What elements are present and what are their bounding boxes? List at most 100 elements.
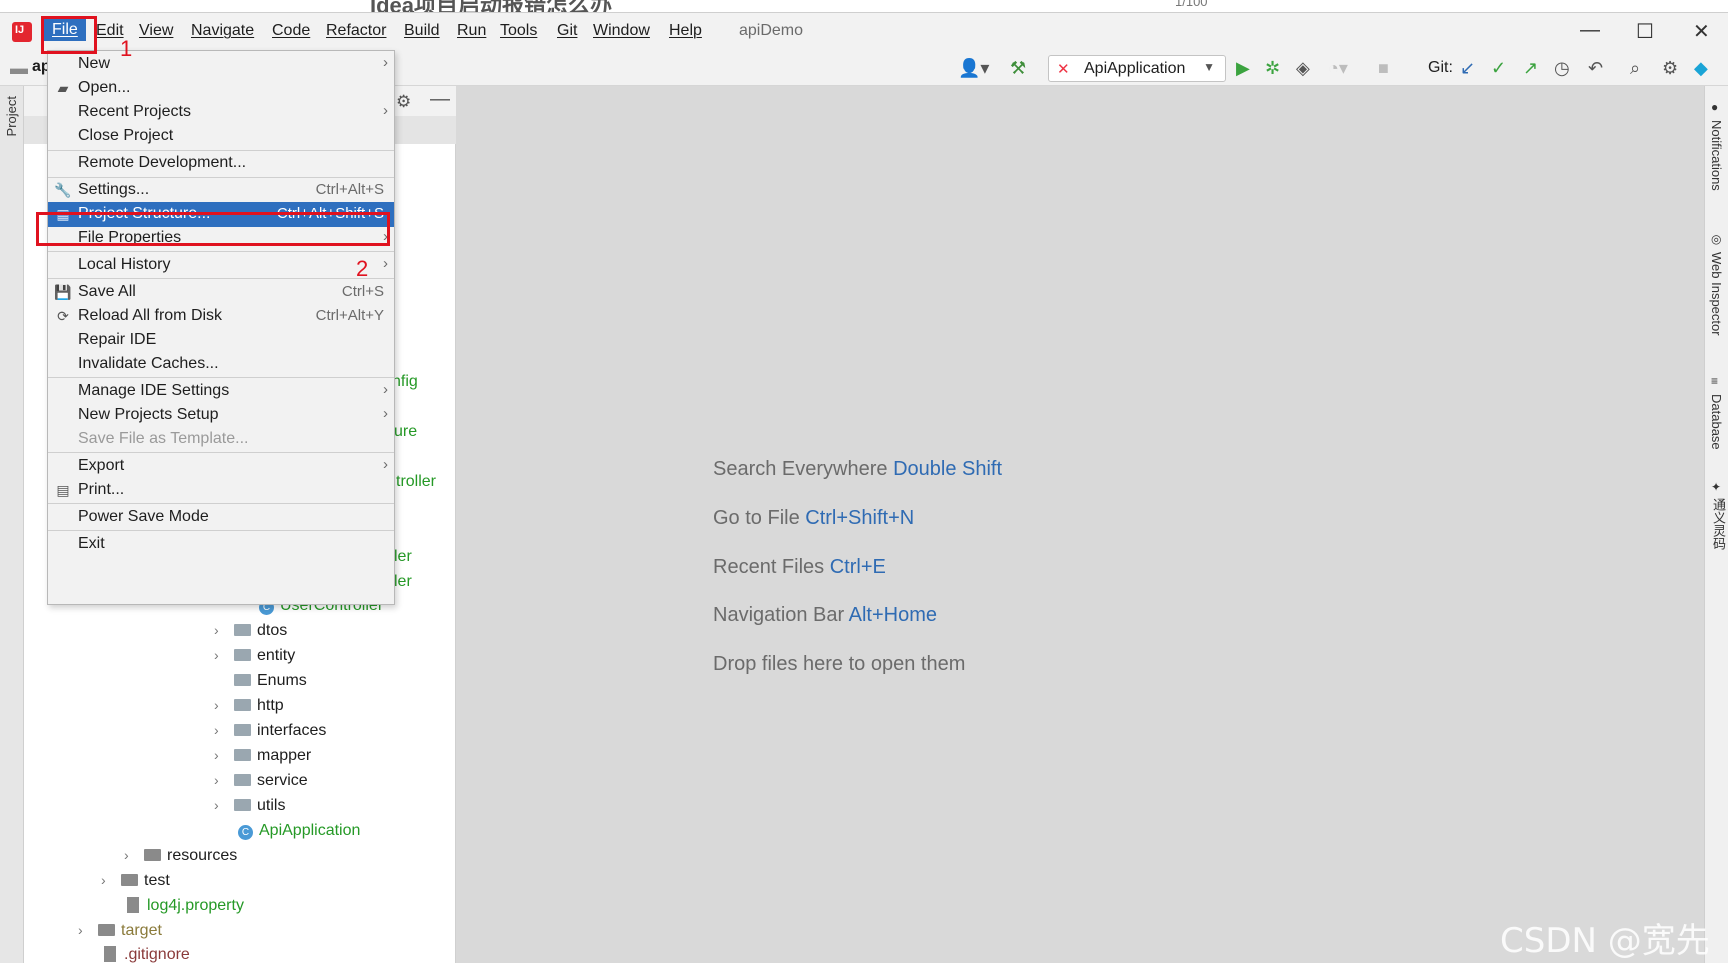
menu-item-label: Recent Projects	[78, 103, 191, 120]
coverage-icon[interactable]: ◈	[1296, 58, 1310, 79]
minimize-button[interactable]: —	[1580, 19, 1600, 42]
chevron-right-icon[interactable]: ›	[214, 647, 234, 663]
menu-tools[interactable]: Tools	[500, 22, 537, 40]
settings-gear-icon[interactable]: ⚙	[1662, 58, 1678, 79]
tree-peek-4[interactable]: ler	[394, 548, 412, 566]
menu-item-power-save-mode[interactable]: Power Save Mode	[48, 505, 394, 530]
menu-refactor[interactable]: Refactor	[326, 22, 386, 40]
menu-window[interactable]: Window	[593, 22, 650, 40]
menu-item-label: Manage IDE Settings	[78, 382, 230, 399]
chevron-right-icon[interactable]: ›	[214, 747, 234, 763]
debug-icon[interactable]: ✲	[1265, 58, 1280, 79]
menu-item-save-all[interactable]: 💾 Save All Ctrl+S	[48, 280, 394, 305]
cut-heading: Idea项目启动报错怎么办	[370, 0, 613, 13]
menu-item-remote-development[interactable]: Remote Development...	[48, 151, 394, 176]
tree-peek-3[interactable]: troller	[396, 473, 436, 491]
menu-run[interactable]: Run	[457, 22, 486, 40]
menu-item-label: Local History	[78, 256, 171, 273]
rollback-icon[interactable]: ↶	[1588, 58, 1603, 79]
tree-item-utils[interactable]: › utils	[214, 797, 285, 815]
chevron-right-icon[interactable]: ›	[214, 722, 234, 738]
run-config-select[interactable]: ✕ ApiApplication ▼	[1048, 55, 1226, 82]
menu-item-label: Close Project	[78, 127, 174, 144]
menu-help[interactable]: Help	[669, 22, 702, 40]
menu-git[interactable]: Git	[557, 22, 577, 40]
hint-drop-files: Drop files here to open them	[713, 653, 965, 676]
database-icon: ≡	[1711, 374, 1719, 388]
database-tab[interactable]: Database	[1709, 394, 1724, 450]
tree-item-mapper[interactable]: › mapper	[214, 747, 311, 765]
git-commit-icon[interactable]: ✓	[1491, 58, 1506, 79]
run-icon[interactable]: ▶	[1236, 58, 1250, 79]
profile-icon[interactable]: ◔▾	[1328, 58, 1348, 79]
plugin-logo-icon[interactable]: ◆	[1694, 58, 1708, 79]
tree-item-log4j[interactable]: log4j.property	[127, 897, 244, 915]
menu-item-manage-ide-settings[interactable]: Manage IDE Settings ›	[48, 379, 394, 404]
chevron-right-icon[interactable]: ›	[78, 922, 98, 938]
tree-item-test[interactable]: › test	[101, 872, 170, 890]
tree-item-enums[interactable]: Enums	[234, 672, 307, 690]
menu-item-exit[interactable]: Exit	[48, 532, 394, 557]
chevron-right-icon[interactable]: ›	[214, 622, 234, 638]
menu-build[interactable]: Build	[404, 22, 440, 40]
menu-item-new-projects-setup[interactable]: New Projects Setup ›	[48, 403, 394, 428]
hide-panel-icon[interactable]: —	[430, 88, 450, 111]
tree-item-label: log4j.property	[147, 897, 244, 914]
tree-item-interfaces[interactable]: › interfaces	[214, 722, 326, 740]
menu-item-print[interactable]: ▤ Print...	[48, 478, 394, 503]
menu-item-close-project[interactable]: Close Project	[48, 124, 394, 149]
menu-item-settings[interactable]: 🔧 Settings... Ctrl+Alt+S	[48, 178, 394, 203]
web-inspector-tab[interactable]: Web Inspector	[1709, 252, 1724, 336]
menu-item-reload-all[interactable]: ⟳ Reload All from Disk Ctrl+Alt+Y	[48, 304, 394, 329]
git-push-icon[interactable]: ↗	[1523, 58, 1538, 79]
tree-item-resources[interactable]: › resources	[124, 847, 237, 865]
project-tool-tab[interactable]: Project	[4, 96, 19, 136]
menu-item-shortcut: Ctrl+Alt+Y	[315, 307, 384, 324]
build-hammer-icon[interactable]: ⚒	[1010, 58, 1026, 79]
chevron-right-icon[interactable]: ›	[214, 772, 234, 788]
search-icon[interactable]: ⌕	[1630, 58, 1640, 79]
tree-item-dtos[interactable]: › dtos	[214, 622, 287, 640]
menu-item-invalidate-caches[interactable]: Invalidate Caches...	[48, 352, 394, 377]
tree-peek-1[interactable]: nfig	[392, 373, 418, 391]
hint-text: Go to File	[713, 507, 800, 529]
bell-icon: ●	[1711, 100, 1719, 114]
menu-navigate[interactable]: Navigate	[191, 22, 254, 40]
tree-item-service[interactable]: › service	[214, 772, 308, 790]
git-update-icon[interactable]: ↙	[1460, 58, 1475, 79]
close-button[interactable]: ✕	[1693, 19, 1710, 44]
notifications-tab[interactable]: Notifications	[1709, 120, 1724, 191]
history-icon[interactable]: ◷	[1554, 58, 1570, 79]
chevron-right-icon[interactable]: ›	[101, 872, 121, 888]
menu-item-recent-projects[interactable]: Recent Projects ›	[48, 100, 394, 125]
tree-item-target[interactable]: › target	[78, 922, 162, 940]
user-icon[interactable]: 👤▾	[958, 58, 989, 79]
menu-item-repair-ide[interactable]: Repair IDE	[48, 328, 394, 353]
cut-counter: 1/100	[1175, 0, 1208, 9]
tree-item-http[interactable]: › http	[214, 697, 284, 715]
menu-view[interactable]: View	[139, 22, 173, 40]
file-icon	[104, 946, 116, 962]
stop-icon[interactable]: ■	[1378, 58, 1389, 79]
tree-item-label: resources	[167, 847, 238, 864]
tree-peek-2[interactable]: ure	[394, 423, 417, 441]
tongyi-tab[interactable]: 通义灵码	[1709, 498, 1728, 550]
menu-code[interactable]: Code	[272, 22, 310, 40]
menu-item-local-history[interactable]: Local History ›	[48, 253, 394, 278]
chevron-right-icon[interactable]: ›	[214, 797, 234, 813]
menu-item-open[interactable]: ▰ Open...	[48, 76, 394, 101]
menu-item-new[interactable]: New ›	[48, 52, 394, 77]
menu-item-label: New	[78, 55, 111, 72]
tree-item-gitignore[interactable]: .gitignore	[104, 946, 190, 963]
chevron-right-icon[interactable]: ›	[124, 847, 144, 863]
gear-icon[interactable]: ⚙	[396, 92, 411, 112]
chevron-right-icon[interactable]: ›	[214, 697, 234, 713]
menu-item-label: Save File as Template...	[78, 430, 249, 447]
tree-item-apiapplication[interactable]: C ApiApplication	[238, 822, 360, 840]
maximize-button[interactable]: ☐	[1636, 19, 1654, 44]
editor-empty-area[interactable]: Search Everywhere Double Shift Go to Fil…	[456, 86, 1704, 963]
chevron-right-icon: ›	[383, 381, 388, 398]
tree-item-entity[interactable]: › entity	[214, 647, 295, 665]
menu-item-export[interactable]: Export ›	[48, 454, 394, 479]
tree-peek-5[interactable]: ler	[394, 573, 412, 591]
